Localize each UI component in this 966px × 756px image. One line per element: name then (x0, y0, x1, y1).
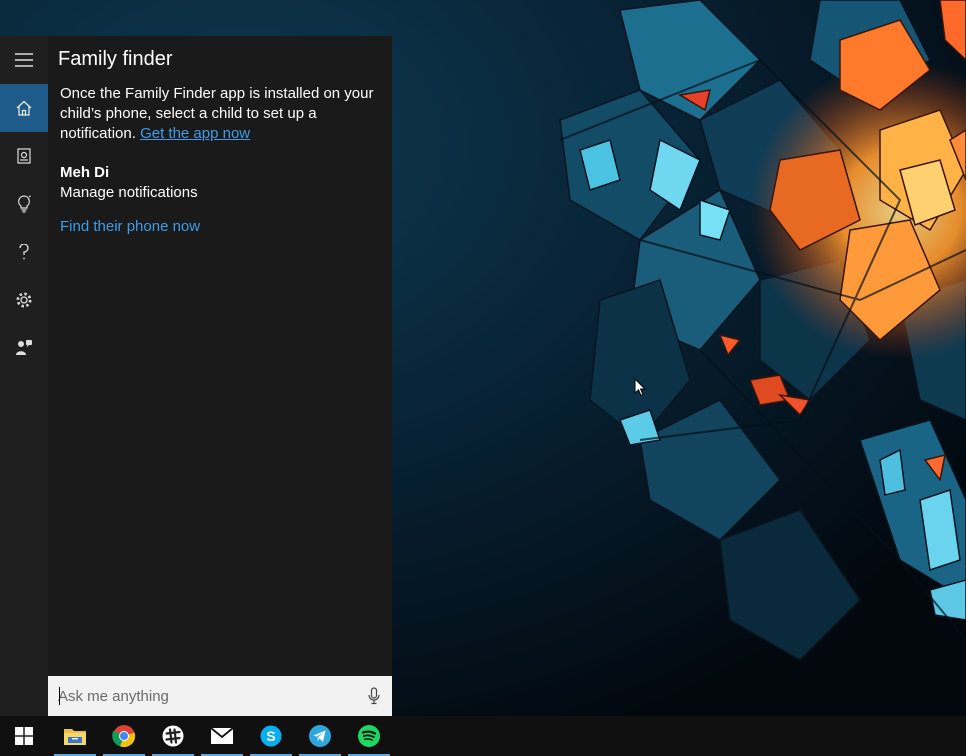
cortana-panel: Family finder Once the Family Finder app… (0, 36, 392, 716)
svg-text:S: S (266, 728, 275, 744)
chrome-icon[interactable] (100, 716, 148, 756)
text-caret (59, 687, 60, 705)
file-explorer-icon[interactable] (51, 716, 99, 756)
windows-start-icon[interactable] (0, 716, 48, 756)
cortana-nav-rail (0, 36, 48, 716)
child-name[interactable]: Meh Di (60, 164, 109, 181)
search-input[interactable] (58, 684, 348, 708)
slack-icon[interactable] (149, 716, 197, 756)
microphone-icon[interactable] (368, 687, 380, 710)
search-box[interactable] (48, 676, 392, 716)
get-app-link[interactable]: Get the app now (140, 125, 250, 142)
home-icon[interactable] (0, 84, 48, 132)
notebook-icon[interactable] (0, 132, 48, 180)
mail-icon[interactable] (198, 716, 246, 756)
family-finder-content: Family finder Once the Family Finder app… (48, 36, 392, 676)
skype-icon[interactable]: S (247, 716, 295, 756)
hamburger-icon[interactable] (0, 36, 48, 84)
help-icon[interactable] (0, 228, 48, 276)
find-phone-link[interactable]: Find their phone now (60, 218, 200, 235)
spotify-icon[interactable] (345, 716, 393, 756)
intro-text: Once the Family Finder app is installed … (60, 84, 380, 144)
manage-notifications-link[interactable]: Manage notifications (60, 184, 198, 201)
settings-icon[interactable] (0, 276, 48, 324)
feedback-icon[interactable] (0, 324, 48, 372)
page-title: Family finder (58, 48, 173, 70)
lightbulb-icon[interactable] (0, 180, 48, 228)
telegram-icon[interactable] (296, 716, 344, 756)
mouse-cursor-icon (634, 377, 647, 402)
taskbar: S (0, 716, 966, 756)
